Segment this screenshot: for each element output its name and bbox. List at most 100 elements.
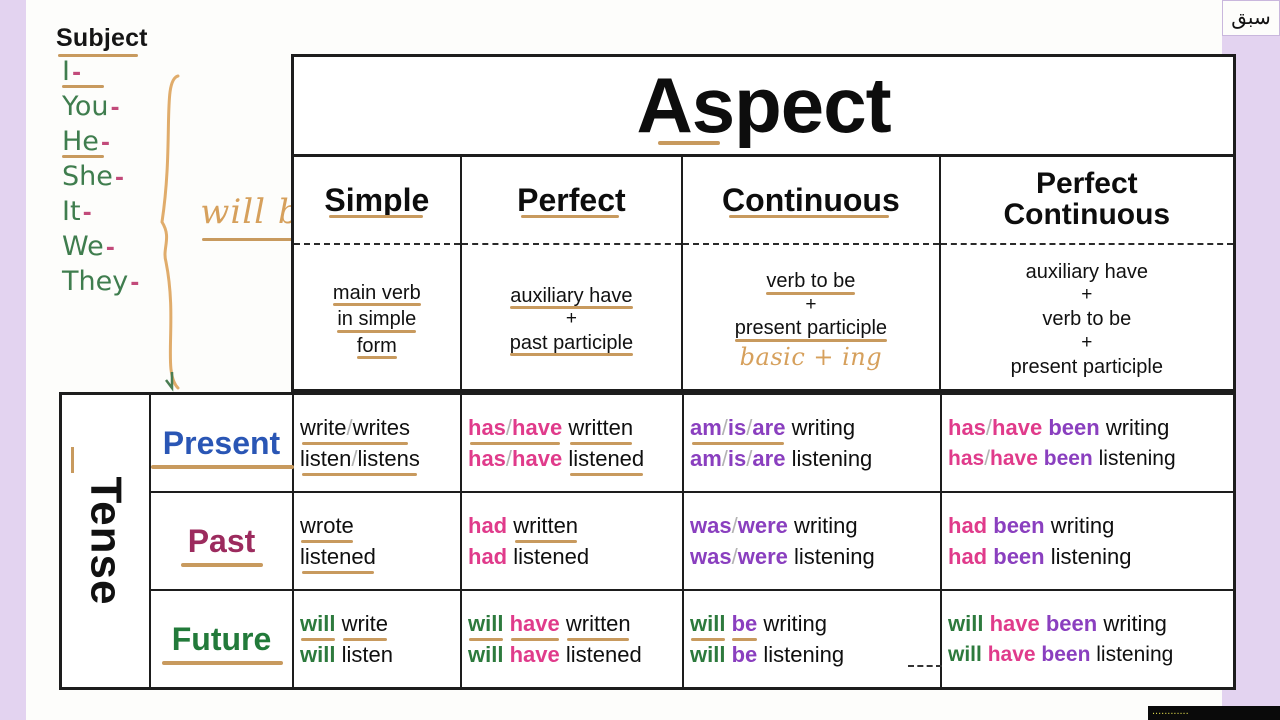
conjugation-line: has/have written	[468, 412, 676, 446]
pronoun-text: We	[62, 231, 104, 262]
formula-continuous: verb to be + present participle basic + …	[683, 245, 938, 392]
conjugation-token: write	[342, 608, 388, 642]
conjugation-token: be	[731, 642, 758, 667]
conjugation-token: writing	[791, 414, 856, 440]
conjugation-line: had written	[468, 510, 676, 544]
conjugation-token: written	[513, 510, 578, 544]
conjugation-line: had been listening	[948, 541, 1227, 572]
cell-present-continuous: am/is/are writing am/is/are listening	[684, 395, 942, 491]
dash-mark-icon: -	[82, 201, 92, 226]
conjugation-token: written	[566, 608, 631, 642]
conjugation-line: will have listened	[468, 639, 676, 670]
conjugation-line: had been writing	[948, 510, 1227, 541]
conjugation-token: has/have	[948, 446, 1038, 470]
conjugation-token: had	[948, 512, 988, 538]
conjugation-token: listened	[568, 443, 644, 477]
pronoun-text: She	[62, 161, 113, 192]
column-header-line1: Perfect	[1035, 167, 1138, 201]
tense-grid: Tense Present write/writes listen/listens…	[59, 392, 1236, 690]
aspect-title-row: Aspect	[294, 57, 1233, 157]
dash-mark-icon: -	[105, 236, 115, 261]
tense-rows: Present write/writes listen/listens has/h…	[151, 395, 1233, 687]
formula-line: auxiliary have	[1025, 261, 1148, 284]
column-header-perfect: Perfect	[461, 157, 682, 245]
tense-name-future: Future	[151, 591, 294, 687]
aspect-column-continuous: Continuous verb to be + present particip…	[683, 157, 941, 392]
conjugation-token: had	[948, 544, 988, 569]
conjugation-token: has/have	[468, 412, 562, 446]
aspect-column-perfect: Perfect auxiliary have + past participle	[461, 157, 684, 392]
arabic-watermark: سبق	[1222, 0, 1280, 36]
dash-mark-icon: -	[100, 131, 111, 156]
cell-future-continuous: will be writing will be listening	[684, 591, 942, 687]
conjugation-token: was/were	[690, 544, 788, 569]
table-row: Past wrote listened had written had listen…	[151, 493, 1233, 591]
conjugation-token: will	[948, 642, 982, 666]
pronoun-text: I	[62, 56, 70, 87]
cell-past-continuous: was/were writing was/were listening	[684, 493, 942, 589]
conjugation-token: wrote	[300, 510, 354, 544]
dash-mark-icon: -	[110, 96, 120, 121]
pronoun-text: They	[62, 266, 129, 297]
formula-line: in simple	[337, 306, 416, 334]
conjugation-token: been	[1041, 642, 1091, 666]
conjugation-token: has/have	[468, 446, 563, 471]
tense-name-present: Present	[151, 395, 295, 491]
conjugation-token: listened	[300, 541, 376, 575]
conjugation-line: will be writing	[690, 608, 934, 642]
formula-plus: +	[805, 293, 817, 315]
conjugation-token: listening	[794, 544, 875, 569]
conjugation-token: writing	[794, 512, 858, 538]
formula-plus: +	[565, 308, 577, 330]
tense-name-text: Past	[180, 522, 263, 567]
conjugation-token: writing	[1103, 611, 1167, 637]
pronoun-text: He	[62, 126, 99, 157]
conjugation-token: have	[509, 642, 560, 667]
conjugation-token: listen	[341, 642, 393, 667]
conjugation-line: has/have been listening	[948, 444, 1227, 474]
bottom-watermark-text: ............	[1152, 706, 1189, 717]
conjugation-token: am/is/are	[690, 412, 785, 446]
conjugation-token: have	[987, 642, 1036, 666]
formula-line: present participle	[734, 315, 888, 343]
formula-line: past participle	[509, 330, 634, 357]
cell-future-perfect: will have written will have listened	[462, 591, 684, 687]
formula-line: verb to be	[766, 268, 855, 295]
cell-future-simple: will write will listen	[294, 591, 462, 687]
conjugation-token: am/is/are	[690, 446, 786, 471]
conjugation-token: writing	[763, 610, 827, 636]
conjugation-token: listening	[791, 446, 873, 471]
column-header-text: Simple	[324, 181, 430, 218]
formula-line: verb to be	[1042, 308, 1132, 331]
formula-line: main verb	[332, 280, 421, 307]
aspect-column-simple: Simple main verb in simple form	[294, 157, 462, 392]
table-row: Present write/writes listen/listens has/h…	[151, 395, 1233, 493]
cell-future-perfect-continuous: will have been writing will have been lis…	[942, 591, 1233, 687]
column-header-perfect-continuous: Perfect Continuous	[940, 157, 1233, 245]
conjugation-token: listening	[1098, 446, 1176, 470]
conjugation-token: have	[510, 608, 560, 642]
conjugation-token: listening	[763, 642, 845, 667]
column-header-line2: Continuous	[1003, 198, 1171, 231]
cell-past-perfect: had written had listened	[462, 493, 684, 589]
tense-name-text: Present	[151, 424, 295, 469]
conjugation-line: has/have listened	[468, 443, 676, 477]
conjugation-line: write/writes	[300, 412, 454, 446]
conjugation-token: listen/listens	[300, 443, 420, 477]
conjugation-line: listened	[300, 541, 454, 575]
conjugation-token: will	[690, 608, 725, 642]
tense-axis-label-text: Tense	[81, 476, 131, 606]
conjugation-token: has/have	[948, 415, 1043, 441]
conjugation-line: will have written	[468, 608, 676, 642]
formula-plus: +	[1081, 331, 1093, 353]
conjugation-token: listened	[565, 642, 642, 667]
cell-past-simple: wrote listened	[294, 493, 462, 589]
column-header-simple: Simple	[294, 157, 460, 245]
conjugation-line: has/have been writing	[948, 412, 1227, 443]
formula-plus: +	[1081, 284, 1093, 306]
aspect-title-text: Aspect	[636, 61, 891, 149]
tense-name-text: Future	[161, 620, 283, 665]
formula-note-handwritten: basic + ing	[739, 342, 883, 371]
formula-line: auxiliary have	[510, 283, 633, 310]
conjugation-token: listened	[513, 544, 590, 569]
